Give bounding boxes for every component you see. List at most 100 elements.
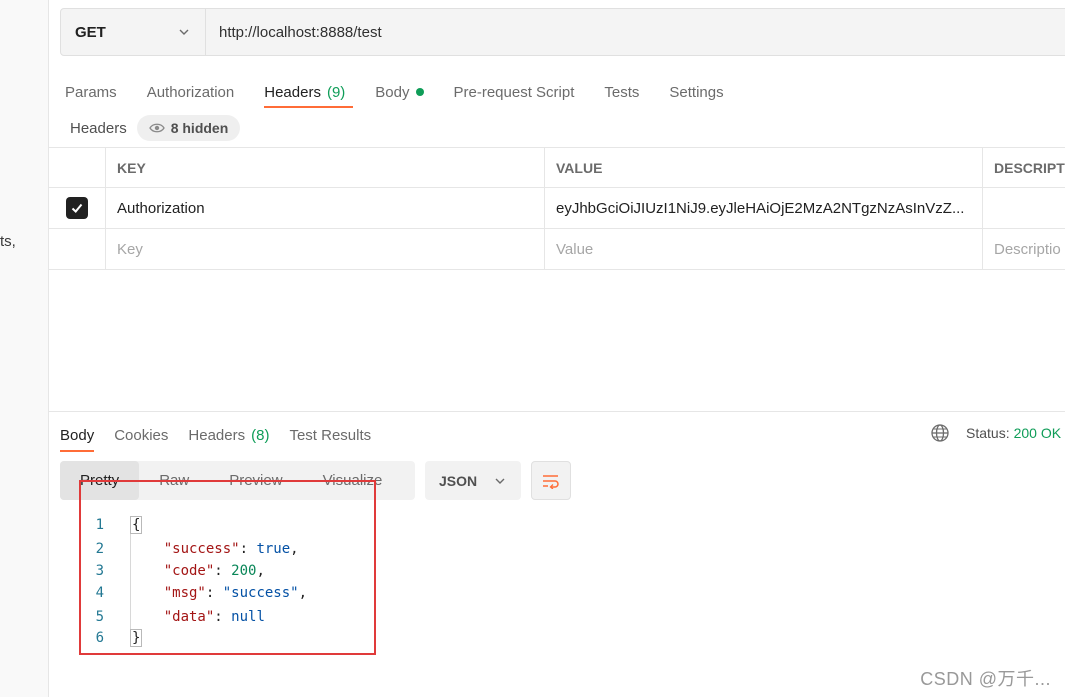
tab-pre-request-script-label: Pre-request Script (453, 83, 575, 101)
code-line-3: 3 "code": 200, (80, 560, 265, 582)
line-number: 2 (95, 541, 104, 557)
url-input[interactable]: http://localhost:8888/test (206, 9, 1065, 55)
table-header-check (49, 148, 106, 187)
tab-settings[interactable]: Settings (669, 76, 723, 108)
chevron-down-icon (495, 478, 505, 484)
status-value: 200 OK (1013, 425, 1062, 441)
tab-authorization-label: Authorization (146, 83, 235, 101)
table-row-empty: Key Value Descriptio (49, 229, 1065, 270)
request-url-bar: GET http://localhost:8888/test (60, 8, 1065, 56)
format-select-value: JSON (439, 472, 478, 489)
tab-authorization[interactable]: Authorization (147, 76, 235, 108)
wrap-lines-icon (543, 474, 559, 489)
response-tab-headers-count: (8) (251, 426, 270, 444)
open-brace: { (130, 516, 143, 534)
status-label: Status: (966, 425, 1010, 441)
line-number: 5 (95, 609, 104, 625)
code-line-2: 2 "success": true, (80, 538, 299, 560)
tab-body[interactable]: Body (375, 76, 424, 108)
response-tab-body-label: Body (60, 426, 95, 444)
headers-table: KEY VALUE DESCRIPTI Authorization eyJhbG… (49, 147, 1065, 270)
line-number: 4 (95, 585, 104, 601)
json-value: "success" (222, 585, 299, 601)
response-tab-cookies[interactable]: Cookies (114, 418, 168, 452)
comma: , (290, 541, 299, 557)
line-number: 1 (95, 517, 104, 533)
tab-headers-count: (9) (326, 83, 346, 101)
new-description-input[interactable]: Descriptio (983, 229, 1065, 269)
response-tab-test-results[interactable]: Test Results (289, 418, 371, 452)
tab-body-label: Body (375, 83, 410, 101)
view-mode-segmented: Pretty Raw Preview Visualize (60, 461, 415, 500)
comma: , (256, 563, 265, 579)
json-key: "code" (163, 563, 215, 579)
view-pretty-button[interactable]: Pretty (60, 461, 140, 500)
table-header-row: KEY VALUE DESCRIPTI (49, 147, 1065, 188)
line-number: 3 (95, 563, 104, 579)
tab-params[interactable]: Params (65, 76, 117, 108)
header-description-cell[interactable] (983, 188, 1065, 228)
tab-headers[interactable]: Headers (9) (264, 76, 354, 108)
json-value: true (256, 541, 291, 557)
view-raw-button[interactable]: Raw (139, 461, 209, 500)
sidebar-fragment-text: ts, (0, 233, 16, 250)
format-select[interactable]: JSON (425, 461, 521, 500)
code-line-5: 5 "data": null (80, 606, 265, 628)
response-tab-body[interactable]: Body (60, 418, 95, 452)
json-value: 200 (231, 563, 257, 579)
response-body-code[interactable]: 1 { 2 "success": true, 3 "code": 200, 4 "… (80, 514, 680, 654)
json-key: "msg" (163, 585, 206, 601)
header-enabled-checkbox[interactable] (66, 197, 88, 219)
tab-tests-label: Tests (604, 83, 640, 101)
headers-section-label: Headers (70, 119, 127, 137)
body-indicator-dot (415, 88, 424, 96)
tab-pre-request-script[interactable]: Pre-request Script (454, 76, 575, 108)
response-tab-cookies-label: Cookies (114, 426, 169, 444)
response-tabs: Body Cookies Headers (8) Test Results (60, 418, 391, 452)
eye-icon (148, 123, 165, 133)
wrap-lines-button[interactable] (531, 461, 571, 500)
tab-headers-label: Headers (264, 83, 321, 101)
colon: : (205, 585, 223, 601)
column-header-value: VALUE (545, 148, 983, 187)
json-value: null (231, 609, 265, 625)
response-tab-headers[interactable]: Headers (8) (188, 418, 269, 452)
method-label: GET (75, 23, 106, 41)
url-text: http://localhost:8888/test (219, 23, 382, 41)
chevron-down-icon (179, 29, 189, 35)
header-key-cell[interactable]: Authorization (106, 188, 545, 228)
method-select[interactable]: GET (61, 9, 206, 55)
hidden-headers-count: 8 hidden (170, 120, 229, 136)
tab-tests[interactable]: Tests (604, 76, 639, 108)
check-icon (71, 203, 83, 213)
response-status: Status: 200 OK (930, 421, 1061, 445)
close-brace: } (130, 629, 143, 647)
empty-check-cell (49, 229, 106, 269)
comma: , (298, 585, 308, 601)
new-value-input[interactable]: Value (545, 229, 983, 269)
header-value-cell[interactable]: eyJhbGciOiJIUzI1NiJ9.eyJleHAiOjE2MzA2NTg… (545, 188, 983, 228)
hidden-headers-toggle[interactable]: 8 hidden (136, 115, 241, 141)
response-divider (49, 411, 1065, 412)
table-row: Authorization eyJhbGciOiJIUzI1NiJ9.eyJle… (49, 188, 1065, 229)
colon: : (214, 563, 232, 579)
line-number: 6 (95, 630, 104, 646)
tab-settings-label: Settings (669, 83, 724, 101)
tab-params-label: Params (65, 83, 117, 101)
view-visualize-button[interactable]: Visualize (303, 461, 403, 500)
headers-subbar: Headers 8 hidden (70, 114, 241, 142)
code-line-4: 4 "msg": "success", (80, 582, 307, 604)
watermark: CSDN @万千... (920, 669, 1051, 689)
request-tabs: Params Authorization Headers (9) Body Pre… (65, 76, 754, 108)
new-key-input[interactable]: Key (106, 229, 545, 269)
row-checkbox-cell (49, 188, 106, 228)
json-key: "data" (163, 609, 215, 625)
column-header-description: DESCRIPTI (994, 159, 1065, 176)
code-line-6: 6} (80, 627, 143, 649)
sidebar-strip: ts, (0, 0, 49, 697)
json-key: "success" (163, 541, 240, 557)
colon: : (214, 609, 232, 625)
colon: : (239, 541, 257, 557)
globe-icon[interactable] (930, 423, 950, 443)
view-preview-button[interactable]: Preview (209, 461, 302, 500)
